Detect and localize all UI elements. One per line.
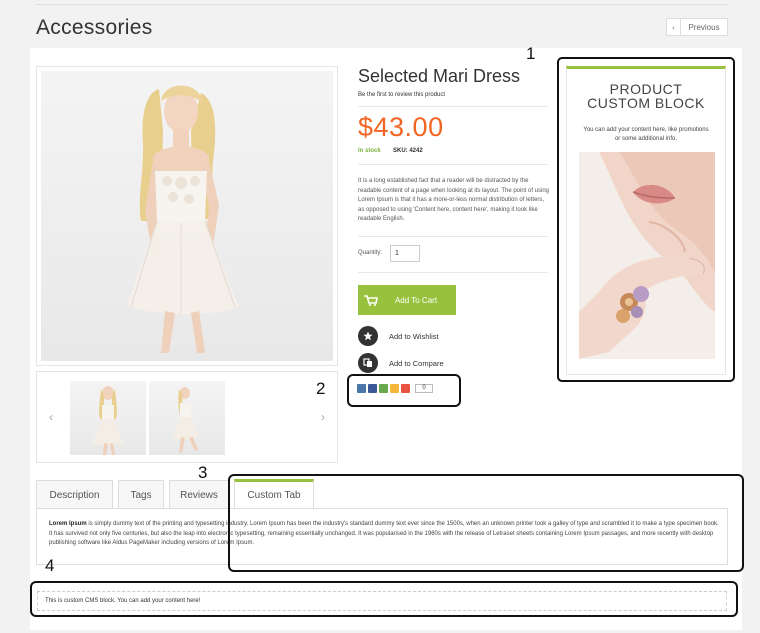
- review-link[interactable]: Be the first to review this product: [358, 92, 445, 98]
- product-name: Selected Mari Dress: [358, 66, 521, 86]
- sku-label: SKU:: [393, 148, 408, 154]
- previous-label: Previous: [688, 22, 720, 32]
- callout-box-3: [228, 474, 744, 572]
- callout-box-2: [347, 374, 461, 407]
- callout-number-4: 4: [45, 556, 55, 575]
- callout-box-4: [30, 581, 738, 617]
- divider: [358, 236, 548, 237]
- stock-status: In stock: [358, 148, 381, 154]
- star-icon: [358, 326, 378, 346]
- chevron-right-icon[interactable]: ›: [321, 410, 325, 424]
- divider: [358, 272, 548, 273]
- tab-content-bold: Lorem Ipsum: [49, 521, 87, 527]
- custom-block-title-line1: PRODUCT: [609, 81, 683, 97]
- thumbnail-2[interactable]: [149, 381, 225, 455]
- top-divider: [36, 4, 728, 5]
- tab-tags[interactable]: Tags: [118, 480, 164, 509]
- quantity-label: Quantity:: [358, 250, 383, 256]
- callout-number-3: 3: [198, 463, 208, 482]
- compare-icon: [358, 353, 378, 373]
- custom-block-title-line2: CUSTOM BLOCK: [587, 95, 705, 111]
- add-to-cart-label: Add To Cart: [394, 295, 438, 305]
- compare-label: Add to Compare: [389, 358, 444, 368]
- custom-block-title: PRODUCT CUSTOM BLOCK: [566, 82, 726, 110]
- chevron-left-icon[interactable]: ‹: [49, 410, 53, 424]
- wishlist-label: Add to Wishlist: [389, 331, 439, 341]
- cart-icon: [358, 294, 384, 306]
- quantity-input[interactable]: [390, 245, 420, 262]
- custom-block-text: You can add your content here, like prom…: [583, 127, 709, 142]
- main-product-image[interactable]: [36, 66, 338, 366]
- divider: [358, 164, 548, 165]
- thumbnail-1[interactable]: [70, 381, 146, 455]
- chevron-left-icon: ‹: [667, 19, 681, 35]
- divider: [358, 106, 548, 107]
- add-to-compare-link[interactable]: Add to Compare: [358, 353, 444, 373]
- callout-number-1: 1: [526, 44, 536, 63]
- thumbnail-carousel: ‹ ›: [36, 371, 338, 463]
- previous-button[interactable]: ‹ Previous: [666, 18, 728, 36]
- custom-block-image: [579, 152, 715, 359]
- category-title: Accessories: [36, 16, 153, 39]
- tab-reviews[interactable]: Reviews: [169, 480, 229, 509]
- tab-description[interactable]: Description: [36, 480, 113, 509]
- callout-number-2: 2: [316, 379, 326, 398]
- product-price: $43.00: [358, 112, 444, 142]
- sku-value: 4242: [409, 148, 423, 154]
- add-to-wishlist-link[interactable]: Add to Wishlist: [358, 326, 439, 346]
- short-description: It is a long established fact that a rea…: [358, 178, 550, 222]
- add-to-cart-button[interactable]: Add To Cart: [358, 285, 456, 315]
- sku: SKU: 4242: [393, 148, 423, 154]
- dress-model-image: [127, 85, 239, 353]
